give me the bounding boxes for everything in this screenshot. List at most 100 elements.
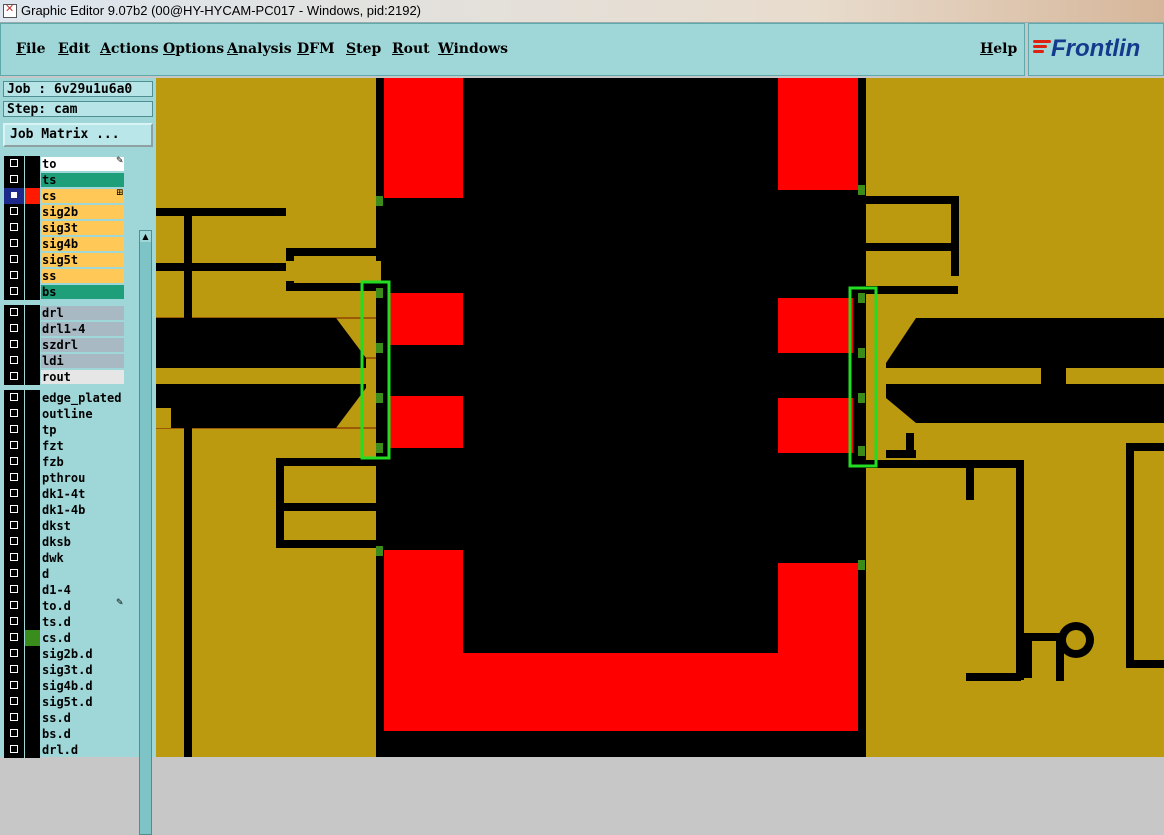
layer-name[interactable]: drl <box>41 306 124 320</box>
layer-row-dk1-4b[interactable]: dk1-4b <box>4 502 136 518</box>
layer-checkbox[interactable] <box>4 438 24 454</box>
layer-checkbox[interactable] <box>4 236 24 252</box>
layer-name[interactable]: dk1-4b <box>41 503 124 517</box>
layer-checkbox[interactable] <box>4 534 24 550</box>
layer-name[interactable]: sig3t.d <box>41 663 124 677</box>
layer-name[interactable]: szdrl <box>41 338 124 352</box>
layer-row-sig4b[interactable]: sig4b <box>4 236 136 252</box>
layer-row-outline[interactable]: outline <box>4 406 136 422</box>
graphic-canvas[interactable] <box>156 78 1164 757</box>
layer-name[interactable]: outline <box>41 407 124 421</box>
menu-help[interactable]: Help <box>980 41 1017 57</box>
layer-checkbox[interactable] <box>4 353 24 369</box>
layer-color-swatch[interactable] <box>25 252 40 268</box>
layer-checkbox[interactable] <box>4 172 24 188</box>
layer-row-sig3t-d[interactable]: sig3t.d <box>4 662 136 678</box>
layer-checkbox[interactable] <box>4 486 24 502</box>
scroll-up-icon[interactable]: ▲ <box>140 231 151 242</box>
layer-color-swatch[interactable] <box>25 710 40 726</box>
layer-name[interactable]: edge_plated <box>41 391 124 405</box>
menu-windows[interactable]: Windows <box>438 41 508 57</box>
menu-file[interactable]: File <box>16 41 46 57</box>
layer-name[interactable]: to.d <box>41 599 124 613</box>
layer-row-dk1-4t[interactable]: dk1-4t <box>4 486 136 502</box>
layer-name[interactable]: cs.d <box>41 631 124 645</box>
layer-row-ts-d[interactable]: ts.d <box>4 614 136 630</box>
layer-color-swatch[interactable] <box>25 422 40 438</box>
layer-checkbox[interactable] <box>4 470 24 486</box>
layer-row-edge-plated[interactable]: edge_plated <box>4 390 136 406</box>
layer-row-rout[interactable]: rout <box>4 369 136 385</box>
layer-row-d1-4[interactable]: d1-4 <box>4 582 136 598</box>
layer-checkbox[interactable] <box>4 614 24 630</box>
layer-checkbox[interactable] <box>4 646 24 662</box>
layer-checkbox[interactable] <box>4 550 24 566</box>
layer-row-fzt[interactable]: fzt <box>4 438 136 454</box>
layer-checkbox[interactable] <box>4 337 24 353</box>
layer-color-swatch[interactable] <box>25 582 40 598</box>
layer-color-swatch[interactable] <box>25 268 40 284</box>
layer-color-swatch[interactable] <box>25 454 40 470</box>
layer-checkbox[interactable] <box>4 156 24 172</box>
layer-color-swatch[interactable] <box>25 646 40 662</box>
layer-checkbox[interactable] <box>4 268 24 284</box>
layer-color-swatch[interactable] <box>25 321 40 337</box>
layer-row-drl-d[interactable]: drl.d <box>4 742 136 758</box>
layer-checkbox[interactable] <box>4 390 24 406</box>
layer-name[interactable]: fzb <box>41 455 124 469</box>
layer-checkbox[interactable] <box>4 454 24 470</box>
job-matrix-button[interactable]: Job Matrix ... <box>3 123 153 147</box>
layer-checkbox[interactable] <box>4 188 24 204</box>
layer-color-swatch[interactable] <box>25 156 40 172</box>
layer-checkbox[interactable] <box>4 630 24 646</box>
layer-name[interactable]: sig4b <box>41 237 124 251</box>
layer-color-swatch[interactable] <box>25 438 40 454</box>
layer-row-dwk[interactable]: dwk <box>4 550 136 566</box>
layer-name[interactable]: sig5t <box>41 253 124 267</box>
layer-row-bs[interactable]: bs <box>4 284 136 300</box>
layer-color-swatch[interactable] <box>25 694 40 710</box>
layer-row-bs-d[interactable]: bs.d <box>4 726 136 742</box>
layer-color-swatch[interactable] <box>25 236 40 252</box>
layer-name[interactable]: ss <box>41 269 124 283</box>
layer-row-ldi[interactable]: ldi <box>4 353 136 369</box>
layer-checkbox[interactable] <box>4 566 24 582</box>
layer-row-drl[interactable]: drl <box>4 305 136 321</box>
layer-checkbox[interactable] <box>4 369 24 385</box>
layer-checkbox[interactable] <box>4 204 24 220</box>
layer-checkbox[interactable] <box>4 284 24 300</box>
layer-color-swatch[interactable] <box>25 726 40 742</box>
layer-checkbox[interactable] <box>4 726 24 742</box>
layer-row-to[interactable]: to ✎ <box>4 156 136 172</box>
layer-row-pthrou[interactable]: pthrou <box>4 470 136 486</box>
layer-name[interactable]: dkst <box>41 519 124 533</box>
layer-checkbox[interactable] <box>4 518 24 534</box>
layer-color-swatch[interactable] <box>25 470 40 486</box>
layer-name[interactable]: sig3t <box>41 221 124 235</box>
layer-color-swatch[interactable] <box>25 369 40 385</box>
layer-checkbox[interactable] <box>4 422 24 438</box>
layer-row-sig2b-d[interactable]: sig2b.d <box>4 646 136 662</box>
layer-row-ss-d[interactable]: ss.d <box>4 710 136 726</box>
layer-name[interactable]: dwk <box>41 551 124 565</box>
layer-name[interactable]: bs.d <box>41 727 124 741</box>
layer-color-swatch[interactable] <box>25 188 40 204</box>
layer-checkbox[interactable] <box>4 678 24 694</box>
layer-scrollbar[interactable]: ▲ <box>139 230 152 835</box>
layer-name[interactable]: sig5t.d <box>41 695 124 709</box>
layer-checkbox[interactable] <box>4 582 24 598</box>
layer-name[interactable]: ts <box>41 173 124 187</box>
layer-row-sig4b-d[interactable]: sig4b.d <box>4 678 136 694</box>
menu-dfm[interactable]: DFM <box>297 41 335 57</box>
layer-row-sig3t[interactable]: sig3t <box>4 220 136 236</box>
layer-row-fzb[interactable]: fzb <box>4 454 136 470</box>
layer-name[interactable]: cs <box>41 189 124 203</box>
menu-step[interactable]: Step <box>346 41 381 57</box>
layer-color-swatch[interactable] <box>25 630 40 646</box>
layer-name[interactable]: bs <box>41 285 124 299</box>
layer-color-swatch[interactable] <box>25 406 40 422</box>
layer-row-d[interactable]: d <box>4 566 136 582</box>
layer-name[interactable]: dksb <box>41 535 124 549</box>
layer-color-swatch[interactable] <box>25 337 40 353</box>
layer-color-swatch[interactable] <box>25 486 40 502</box>
